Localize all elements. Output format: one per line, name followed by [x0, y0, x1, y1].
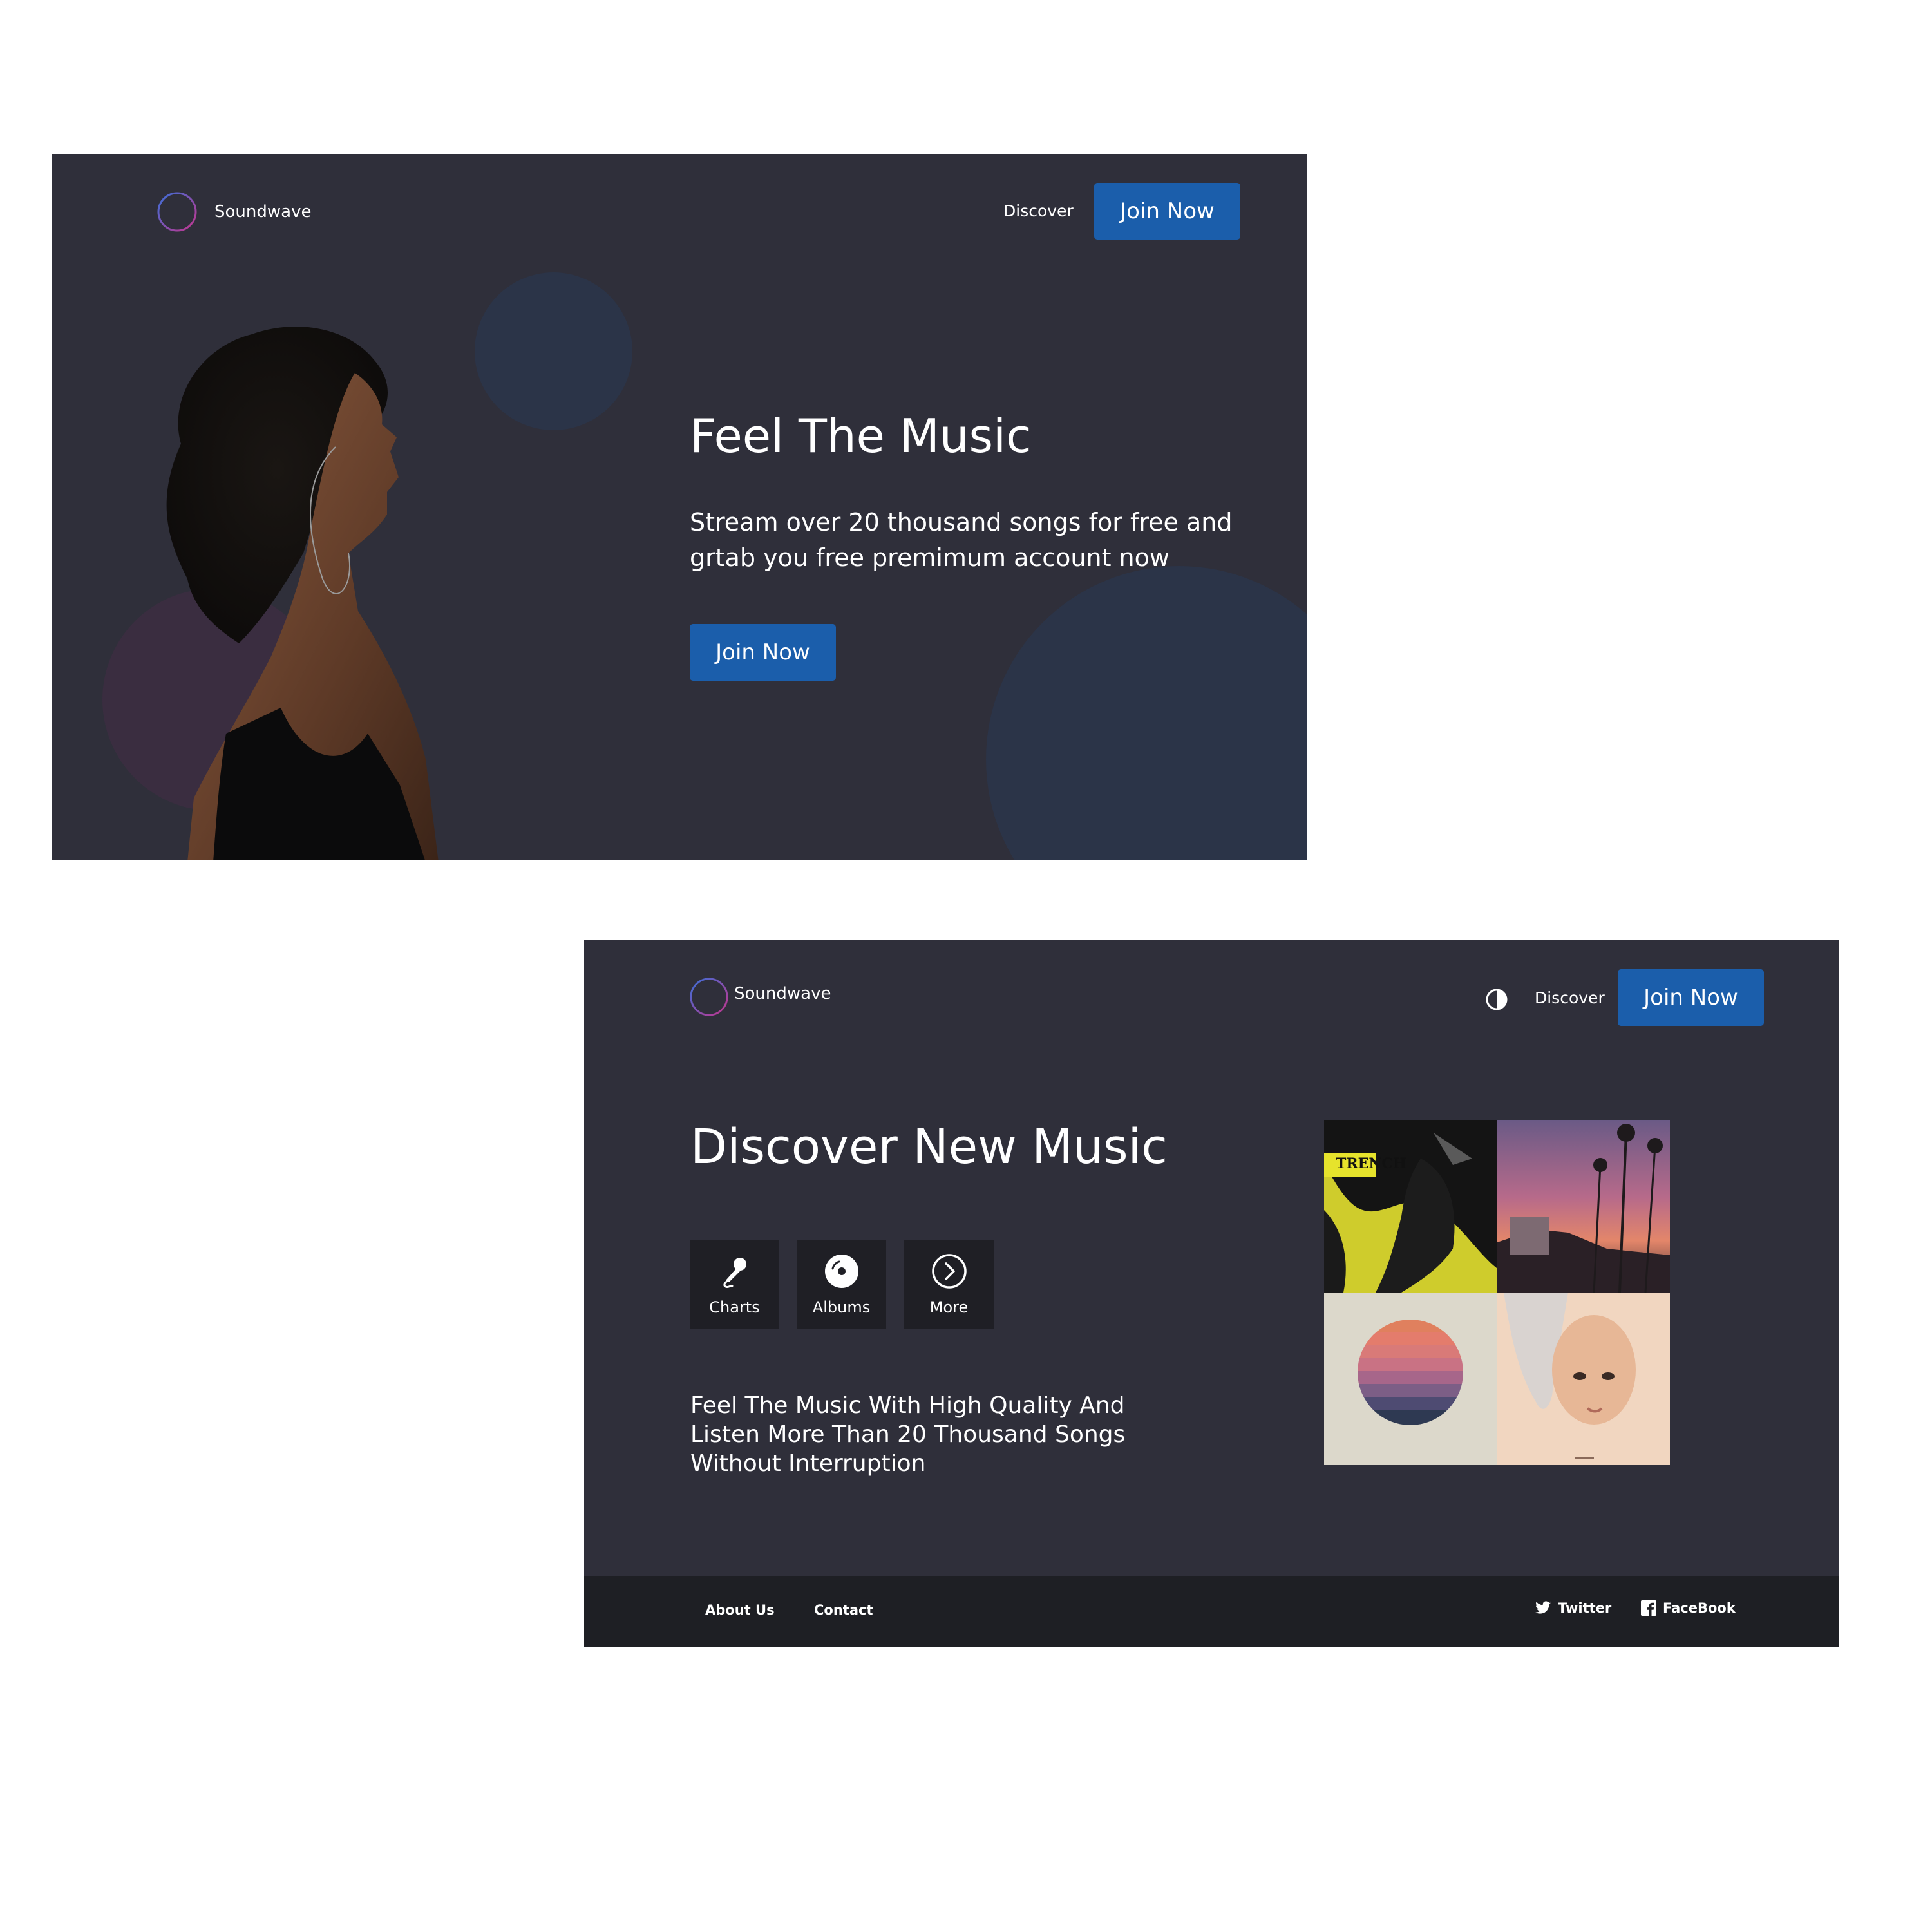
twitter-icon [1535, 1601, 1551, 1614]
album-cover-trench[interactable]: TRENCH [1324, 1120, 1497, 1293]
disc-icon [824, 1254, 858, 1288]
album-art-image [1497, 1120, 1670, 1293]
twitter-label: Twitter [1558, 1600, 1612, 1616]
hero-subtitle-line: Stream over 20 thousand songs for free a… [690, 508, 1233, 536]
feature-description: Feel The Music With High Quality And Lis… [690, 1391, 1125, 1478]
page-title: Discover New Music [690, 1119, 1168, 1175]
decorative-circle [986, 566, 1307, 860]
description-line: Feel The Music With High Quality And [690, 1392, 1125, 1419]
album-art-image [1324, 1120, 1497, 1293]
hero-subtitle-line: grtab you free premimum account now [690, 544, 1170, 572]
nav-discover-link[interactable]: Discover [1003, 202, 1074, 220]
tile-label: Charts [709, 1298, 760, 1316]
description-line: Without Interruption [690, 1450, 926, 1477]
facebook-icon [1641, 1600, 1656, 1616]
album-cover-title: TRENCH [1336, 1155, 1406, 1172]
brand-logo[interactable]: Soundwave [689, 977, 831, 1017]
album-cover-stripes[interactable] [1324, 1293, 1497, 1465]
hero-join-now-button[interactable]: Join Now [690, 624, 836, 681]
brand-logo[interactable]: Soundwave [156, 191, 311, 232]
description-line: Listen More Than 20 Thousand Songs [690, 1421, 1126, 1448]
brand-name: Soundwave [214, 202, 312, 222]
facebook-label: FaceBook [1663, 1600, 1736, 1616]
nav-join-now-button[interactable]: Join Now [1618, 969, 1764, 1026]
tile-label: More [929, 1298, 969, 1316]
brand-name: Soundwave [734, 984, 831, 1003]
footer-contact-link[interactable]: Contact [814, 1602, 873, 1618]
discover-page-frame: Soundwave Discover Join Now Discover New… [584, 940, 1839, 1647]
contrast-icon[interactable] [1485, 988, 1508, 1011]
album-cover-portrait[interactable] [1497, 1293, 1670, 1465]
tile-charts[interactable]: Charts [690, 1240, 779, 1329]
hero-title: Feel The Music [690, 409, 1032, 463]
soundwave-logo-icon [690, 978, 728, 1016]
album-art-image [1324, 1293, 1497, 1465]
soundwave-logo-icon [157, 192, 197, 232]
footer-facebook-link[interactable]: FaceBook [1641, 1600, 1736, 1616]
nav-discover-link[interactable]: Discover [1535, 989, 1605, 1007]
nav-join-now-button[interactable]: Join Now [1094, 183, 1240, 240]
footer: About Us Contact Twitter FaceBook [584, 1576, 1839, 1647]
landing-hero-frame: Soundwave Discover Join Now Feel The Mus… [52, 154, 1307, 860]
woman-listening-image [166, 327, 439, 860]
album-art-image [1497, 1293, 1670, 1465]
hero-subtitle: Stream over 20 thousand songs for free a… [690, 505, 1232, 576]
tile-more[interactable]: More [904, 1240, 994, 1329]
chevron-right-circle-icon [931, 1253, 967, 1289]
footer-about-link[interactable]: About Us [705, 1602, 775, 1618]
microphone-icon [723, 1257, 746, 1288]
tile-albums[interactable]: Albums [797, 1240, 886, 1329]
tile-label: Albums [812, 1298, 871, 1316]
footer-twitter-link[interactable]: Twitter [1535, 1600, 1611, 1616]
album-cover-sunset[interactable] [1497, 1120, 1670, 1293]
